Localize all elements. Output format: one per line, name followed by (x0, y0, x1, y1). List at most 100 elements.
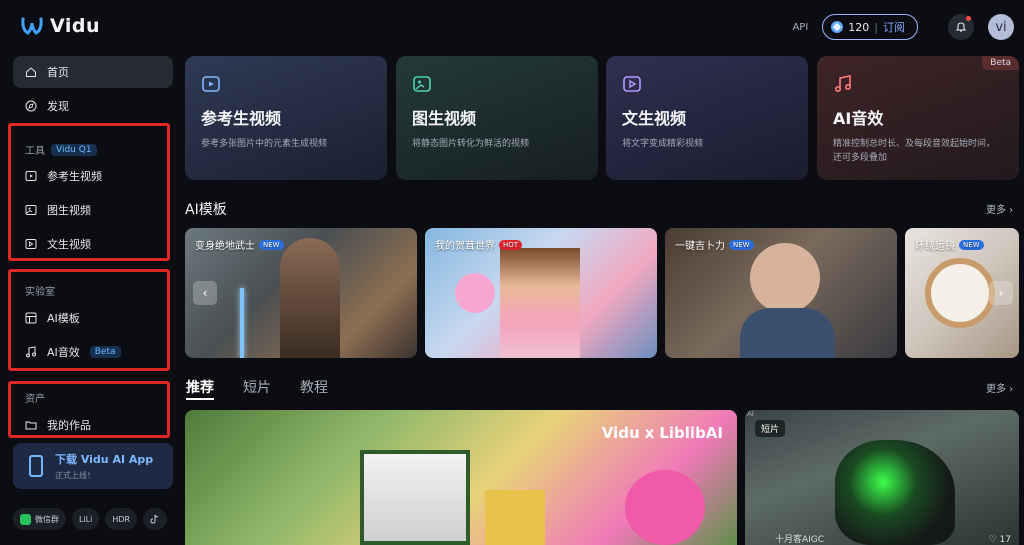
sidebar-item-my-works[interactable]: 我的作品 (13, 409, 173, 441)
card-desc: 将静态图片转化为鲜活的视频 (412, 139, 530, 149)
shirt-shape (740, 308, 835, 358)
notification-button[interactable] (948, 14, 974, 40)
download-app-card[interactable]: 下载 Vidu AI App 正式上线！ (13, 443, 173, 489)
folder-icon (25, 421, 37, 430)
music-note-icon (834, 75, 852, 93)
wechat-label: 微信群 (35, 514, 59, 524)
short-tag: 短片 (755, 420, 786, 437)
bell-icon (955, 22, 967, 32)
lab-section-title: 实验室 (25, 287, 55, 298)
feed-more-link[interactable]: 更多 › (986, 380, 1013, 395)
active-tab-indicator (186, 398, 214, 400)
reference-video-icon (202, 76, 220, 92)
notification-dot (966, 16, 971, 21)
template-card-jedi[interactable]: 变身绝地武士 NEW ‹ (185, 228, 417, 358)
ai-tag: AI (747, 410, 754, 418)
tab-recommended[interactable]: 推荐 (186, 377, 214, 397)
card-title: 参考生视频 (201, 109, 282, 128)
wechat-icon (20, 513, 31, 525)
lili-link[interactable]: LiLi (72, 508, 100, 530)
new-tag: NEW (259, 239, 284, 250)
vidu-brand: Vidu (601, 424, 640, 442)
likes-number: 17 (999, 535, 1011, 545)
tiktok-link[interactable] (143, 508, 168, 530)
card-title: AI音效 (833, 109, 884, 128)
credit-separator: | (874, 20, 878, 34)
chevron-left-icon: ‹ (202, 286, 208, 300)
api-link[interactable]: API (792, 22, 808, 33)
card-title: 文生视频 (622, 109, 687, 128)
templates-more-link[interactable]: 更多 › (986, 201, 1013, 216)
tab-tutorials[interactable]: 教程 (300, 377, 328, 397)
sidebar-item-ai-templates[interactable]: AI模板 (13, 302, 173, 334)
templates-title: AI模板 (185, 202, 227, 218)
card-ai-sound[interactable]: Beta AI音效 精准控制总时长、及每段音效起始时间，还可多段叠加 (817, 56, 1019, 180)
hdr-label: HDR (112, 514, 131, 524)
carousel-next-button[interactable]: › (989, 281, 1013, 305)
image-video-icon (413, 76, 431, 92)
template-label-text: 变身绝地武士 (195, 241, 255, 252)
beta-tag: Beta (982, 56, 1019, 70)
template-label-text: 我的贺茸世界 (435, 241, 495, 252)
avatar[interactable]: vi (988, 14, 1014, 40)
template-card-minecraft[interactable]: 我的贺茸世界 HOT (425, 228, 657, 358)
template-label-text: 一键吉卜力 (675, 241, 725, 252)
template-icon (25, 312, 37, 324)
logo[interactable]: Vidu (20, 14, 100, 38)
character-shape (360, 450, 470, 545)
carousel-prev-button[interactable]: ‹ (193, 281, 217, 305)
card-reference-video[interactable]: 参考生视频 参考多张图片中的元素生成视频 (185, 56, 387, 180)
sidebar-item-label: 图生视频 (47, 204, 91, 217)
sidebar-item-ai-sound[interactable]: AI音效 Beta (13, 336, 173, 368)
tools-title: 工具 (25, 146, 45, 157)
watch-shape (925, 258, 995, 328)
lili-label: LiLi (79, 514, 93, 524)
new-tag: NEW (729, 239, 754, 250)
likes-count[interactable]: ♡ 17 (989, 535, 1011, 545)
more-label: 更多 (986, 384, 1006, 395)
template-card-orbit[interactable]: 环绕运镜 NEW › (905, 228, 1019, 358)
template-label: 变身绝地武士 NEW (195, 237, 284, 252)
sidebar-item-text-to-video[interactable]: 文生视频 (13, 228, 173, 260)
credit-count: 120 (848, 20, 870, 34)
reference-video-icon (25, 171, 37, 181)
hot-tag: HOT (499, 239, 523, 250)
phone-icon (29, 455, 43, 477)
credits-pill[interactable]: 120 | 订阅 (822, 14, 918, 40)
sidebar-item-reference-video[interactable]: 参考生视频 (13, 160, 173, 192)
vidu-logo-icon (21, 17, 43, 35)
feed-card-collab[interactable]: Vidu x LiblibAI (185, 410, 737, 545)
more-label: 更多 (986, 205, 1006, 216)
card-image-to-video[interactable]: 图生视频 将静态图片转化为鲜活的视频 (396, 56, 598, 180)
text-video-icon (623, 76, 641, 92)
liblib-brand: LiblibAI (659, 424, 723, 442)
card-title: 图生视频 (412, 109, 477, 128)
sidebar-item-label: 参考生视频 (47, 170, 102, 183)
assets-section-title: 资产 (25, 394, 45, 405)
template-label: 一键吉卜力 NEW (675, 237, 754, 252)
card-desc: 将文字变成精彩视频 (622, 139, 704, 149)
cotton-candy-shape (455, 273, 495, 313)
author-name[interactable]: 十月客AIGC (775, 532, 824, 545)
home-icon (26, 67, 36, 77)
sidebar-item-label: AI音效 (47, 346, 80, 359)
card-text-to-video[interactable]: 文生视频 将文字变成精彩视频 (606, 56, 808, 180)
collab-logo: Vidu x LiblibAI (602, 424, 723, 442)
sidebar-item-label: 首页 (47, 66, 69, 79)
feed-card-short[interactable]: AI 短片 十月客AIGC ♡ 17 (745, 410, 1019, 545)
dragon-shape (835, 440, 955, 545)
wechat-group-link[interactable]: 微信群 (13, 508, 66, 530)
hdr-link[interactable]: HDR (105, 508, 138, 530)
subscribe-link[interactable]: 订阅 (883, 19, 905, 35)
sidebar-item-image-to-video[interactable]: 图生视频 (13, 194, 173, 226)
credit-icon (831, 21, 844, 33)
tab-shorts[interactable]: 短片 (243, 377, 271, 397)
sidebar-item-home[interactable]: 首页 (13, 56, 173, 88)
tools-section-title: 工具 Vidu Q1 (25, 142, 97, 157)
logo-text: Vidu (50, 15, 101, 37)
template-card-ghibli[interactable]: 一键吉卜力 NEW (665, 228, 897, 358)
card-desc: 精准控制总时长、及每段音效起始时间，还可多段叠加 (833, 139, 996, 163)
tiktok-icon (150, 514, 159, 524)
sidebar-item-discover[interactable]: 发现 (13, 90, 173, 122)
template-label: 环绕运镜 NEW (915, 237, 984, 252)
